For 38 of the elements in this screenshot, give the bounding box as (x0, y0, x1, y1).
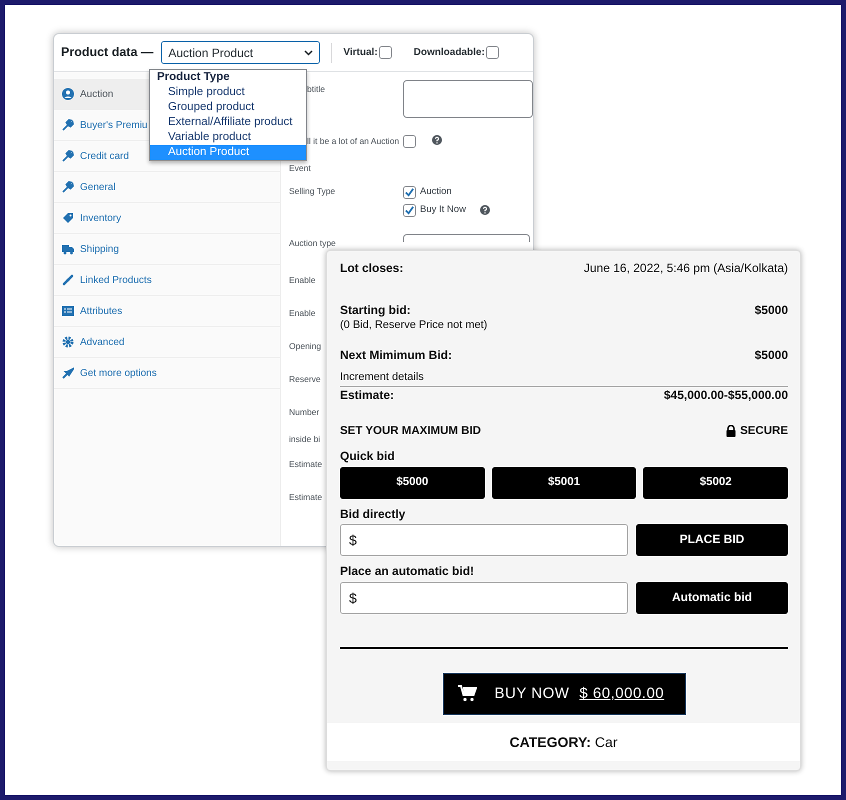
field-label: Estimate (289, 491, 322, 504)
field-label: Estimate (289, 458, 322, 471)
panel-title: Product data — (61, 44, 154, 62)
buy-now-label: BUY NOW (494, 684, 570, 704)
secure-label: SECURE (740, 424, 788, 439)
category-label: CATEGORY: (510, 732, 591, 751)
field-label: Quick bid (340, 448, 396, 464)
row-label: Lot closes: (340, 261, 404, 277)
option-label: Auction (420, 185, 452, 199)
option-label: Buy It Now (420, 203, 466, 218)
field-label: inside bi (289, 433, 320, 446)
row-value: $5000 (754, 348, 788, 364)
downloadable-label: Downloadable: (414, 46, 485, 60)
field-label: Auction type (289, 237, 336, 250)
row-value: $45,000.00-$55,000.00 (664, 388, 788, 404)
virtual-label: Virtual: (343, 46, 378, 60)
menu-group-label: Product Type (156, 70, 231, 85)
field-label: Event (289, 162, 311, 175)
field-label: Enable (289, 274, 316, 287)
field-label: Selling Type (289, 185, 336, 198)
row-label: Estimate: (340, 388, 394, 404)
field-label: Opening (289, 340, 322, 353)
row-value: $5000 (754, 302, 788, 318)
field-label: Place an automatic bid! (340, 564, 476, 580)
row-note: (0 Bid, Reserve Price not met) (340, 318, 488, 332)
row-value: June 16, 2022, 5:46 pm (Asia/Kolkata) (584, 261, 788, 277)
field-label: Number (289, 406, 320, 419)
row-label: Next Mimimum Bid: (340, 348, 452, 364)
field-label: Enable (289, 307, 316, 320)
buy-now-price: $ 60,000.00 (579, 684, 664, 704)
row-note: Increment details (340, 370, 788, 388)
field-label: btitle (307, 83, 325, 96)
row-label: Starting bid: (340, 302, 411, 318)
field-label: ll it be a lot of an Auction (307, 135, 400, 148)
category-value: Car (594, 732, 618, 751)
section-heading: SET YOUR MAXIMUM BID (340, 424, 481, 439)
field-label: Bid directly (340, 506, 406, 522)
field-label: Reserve (289, 373, 321, 386)
